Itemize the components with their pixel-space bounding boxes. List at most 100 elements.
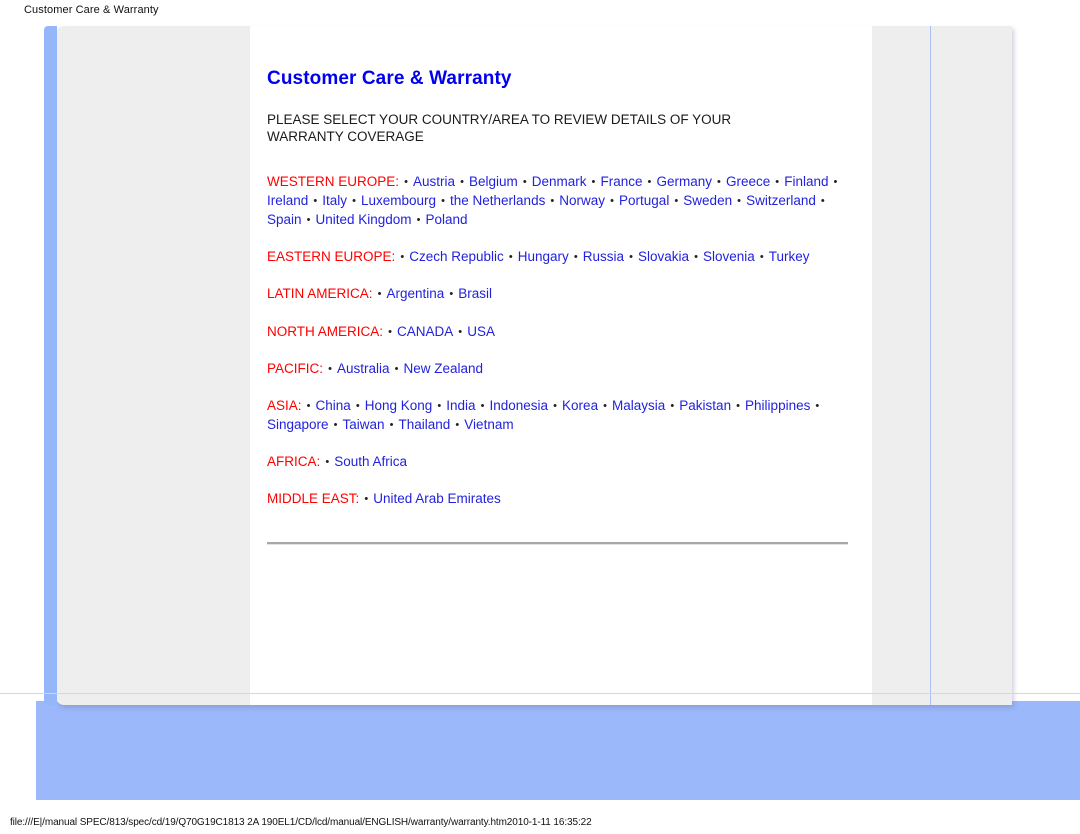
bullet-separator-icon: • xyxy=(588,175,599,188)
country-link[interactable]: Denmark xyxy=(532,174,587,189)
bullet-separator-icon: • xyxy=(477,399,488,412)
region-label: ASIA: xyxy=(267,397,302,413)
bullet-separator-icon: • xyxy=(607,194,618,207)
country-link[interactable]: India xyxy=(446,398,475,413)
region-block: MIDDLE EAST: • United Arab Emirates xyxy=(267,489,857,508)
country-link[interactable]: Portugal xyxy=(619,193,669,208)
bullet-separator-icon: • xyxy=(446,288,457,301)
bullet-separator-icon: • xyxy=(385,325,395,338)
country-link[interactable]: Austria xyxy=(413,174,455,189)
bullet-separator-icon: • xyxy=(519,175,530,188)
bullet-separator-icon: • xyxy=(644,175,655,188)
region-block: ASIA: • China • Hong Kong • India • Indo… xyxy=(267,396,857,434)
bullet-separator-icon: • xyxy=(817,194,825,207)
country-link[interactable]: Russia xyxy=(583,249,624,264)
country-link[interactable]: Slovenia xyxy=(703,249,755,264)
bullet-separator-icon: • xyxy=(772,175,783,188)
bullet-separator-icon: • xyxy=(691,251,701,264)
bullet-separator-icon: • xyxy=(714,175,724,188)
status-bar: file:///E|/manual SPEC/813/spec/cd/19/Q7… xyxy=(0,812,1080,834)
bullet-separator-icon: • xyxy=(812,399,820,412)
country-link[interactable]: South Africa xyxy=(334,454,407,469)
country-link[interactable]: Germany xyxy=(656,174,712,189)
country-link[interactable]: Australia xyxy=(337,361,390,376)
region-label: PACIFIC: xyxy=(267,360,324,376)
country-link[interactable]: Malaysia xyxy=(612,398,665,413)
country-link[interactable]: Ireland xyxy=(267,193,308,208)
bullet-separator-icon: • xyxy=(667,399,678,412)
region-block: LATIN AMERICA: • Argentina • Brasil xyxy=(267,284,857,303)
country-link[interactable]: USA xyxy=(467,324,495,339)
country-link[interactable]: Spain xyxy=(267,212,302,227)
country-link[interactable]: United Kingdom xyxy=(316,212,412,227)
bullet-separator-icon: • xyxy=(401,175,411,188)
country-link[interactable]: Pakistan xyxy=(679,398,731,413)
bullet-separator-icon: • xyxy=(303,214,314,227)
region-label: AFRICA: xyxy=(267,454,321,470)
country-link[interactable]: France xyxy=(600,174,642,189)
left-accent-stripe xyxy=(44,26,57,705)
country-link[interactable]: Switzerland xyxy=(746,193,816,208)
bullet-separator-icon: • xyxy=(386,419,397,431)
country-link[interactable]: Italy xyxy=(322,193,347,208)
country-link[interactable]: Brasil xyxy=(458,286,492,301)
country-link[interactable]: Philippines xyxy=(745,398,810,413)
bullet-separator-icon: • xyxy=(374,288,385,301)
bullet-separator-icon: • xyxy=(505,251,516,264)
country-link[interactable]: Turkey xyxy=(769,249,810,264)
country-link[interactable]: Slovakia xyxy=(638,249,689,264)
page-area: Customer Care & Warranty PLEASE SELECT Y… xyxy=(0,18,1080,812)
country-link[interactable]: Hong Kong xyxy=(365,398,433,413)
bullet-separator-icon: • xyxy=(452,419,463,431)
country-link[interactable]: Argentina xyxy=(387,286,445,301)
bullet-separator-icon: • xyxy=(361,493,372,506)
card-right-rule xyxy=(930,26,931,705)
country-link[interactable]: Vietnam xyxy=(464,417,513,432)
browser-window-title: Customer Care & Warranty xyxy=(24,4,159,16)
country-link[interactable]: Poland xyxy=(426,212,468,227)
bullet-separator-icon: • xyxy=(413,214,424,227)
country-link[interactable]: Taiwan xyxy=(343,417,385,432)
country-link[interactable]: Indonesia xyxy=(490,398,549,413)
bullet-separator-icon: • xyxy=(671,194,682,207)
region-block: WESTERN EUROPE: • Austria • Belgium • De… xyxy=(267,172,857,229)
region-label: LATIN AMERICA: xyxy=(267,286,373,302)
region-block: EASTERN EUROPE: • Czech Republic • Hunga… xyxy=(267,247,857,266)
country-link[interactable]: Luxembourg xyxy=(361,193,436,208)
region-label: NORTH AMERICA: xyxy=(267,323,384,339)
region-label: WESTERN EUROPE: xyxy=(267,173,400,189)
bullet-separator-icon: • xyxy=(734,194,745,207)
bullet-separator-icon: • xyxy=(349,194,359,207)
bullet-separator-icon: • xyxy=(547,194,558,207)
bullet-separator-icon: • xyxy=(733,399,744,412)
country-link[interactable]: Greece xyxy=(726,174,770,189)
country-link[interactable]: Singapore xyxy=(267,417,329,432)
bullet-separator-icon: • xyxy=(397,251,408,264)
country-link[interactable]: Belgium xyxy=(469,174,518,189)
country-link[interactable]: United Arab Emirates xyxy=(373,491,501,506)
bullet-separator-icon: • xyxy=(438,194,449,207)
region-block: AFRICA: • South Africa xyxy=(267,452,857,471)
bullet-separator-icon: • xyxy=(550,399,561,412)
country-link[interactable]: Norway xyxy=(559,193,605,208)
country-link[interactable]: New Zealand xyxy=(403,361,483,376)
region-list: WESTERN EUROPE: • Austria • Belgium • De… xyxy=(267,172,857,509)
country-link[interactable]: Finland xyxy=(784,174,828,189)
region-block: PACIFIC: • Australia • New Zealand xyxy=(267,359,857,378)
country-link[interactable]: Korea xyxy=(562,398,598,413)
region-label: MIDDLE EAST: xyxy=(267,491,360,507)
bullet-separator-icon: • xyxy=(322,456,333,469)
bullet-separator-icon: • xyxy=(600,399,611,412)
country-link[interactable]: Czech Republic xyxy=(409,249,504,264)
bullet-separator-icon: • xyxy=(457,175,467,188)
bullet-separator-icon: • xyxy=(310,194,321,207)
page-hairline xyxy=(0,693,1080,694)
bullet-separator-icon: • xyxy=(325,362,335,375)
country-link[interactable]: Hungary xyxy=(518,249,569,264)
country-link[interactable]: CANADA xyxy=(397,324,453,339)
country-link[interactable]: the Netherlands xyxy=(450,193,545,208)
country-link[interactable]: China xyxy=(315,398,350,413)
country-link[interactable]: Sweden xyxy=(683,193,732,208)
country-link[interactable]: Thailand xyxy=(399,417,451,432)
intro-text: PLEASE SELECT YOUR COUNTRY/AREA TO REVIE… xyxy=(267,112,732,144)
